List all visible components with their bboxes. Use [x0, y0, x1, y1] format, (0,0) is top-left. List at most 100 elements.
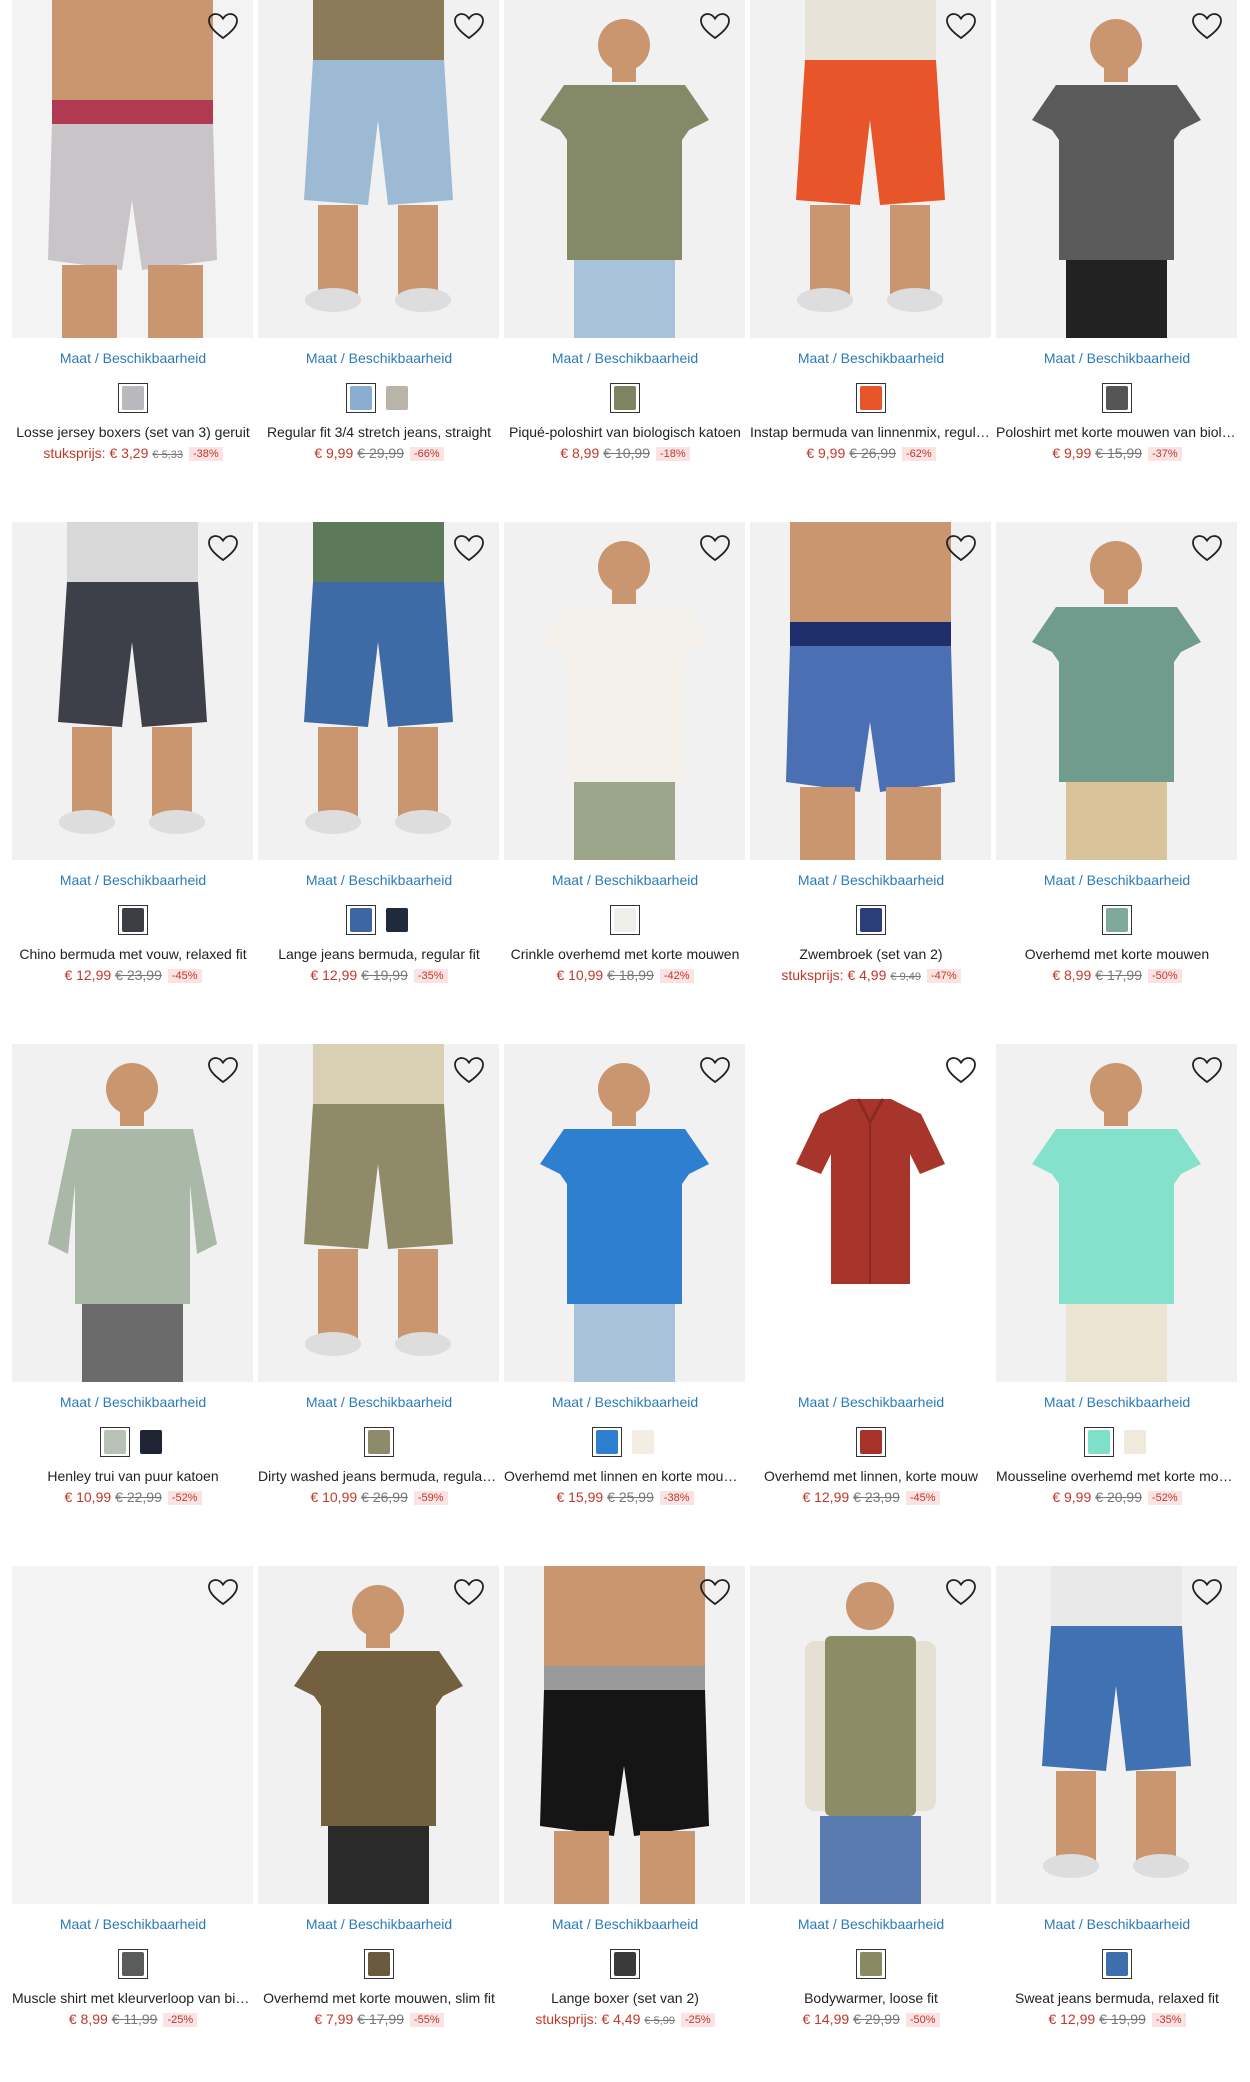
- product-image[interactable]: [258, 0, 499, 338]
- size-availability-link[interactable]: Maat / Beschikbaarheid: [502, 1394, 748, 1410]
- product-card[interactable]: Maat / Beschikbaarheid Zwembroek (set van…: [748, 522, 994, 1044]
- heart-icon[interactable]: [944, 1054, 978, 1086]
- heart-icon[interactable]: [452, 1054, 486, 1086]
- product-name[interactable]: Chino bermuda met vouw, relaxed fit: [12, 946, 254, 962]
- product-name[interactable]: Sweat jeans bermuda, relaxed fit: [996, 1990, 1238, 2006]
- size-availability-link[interactable]: Maat / Beschikbaarheid: [502, 1916, 748, 1932]
- product-card[interactable]: Maat / Beschikbaarheid Overhemd met korte…: [256, 1566, 502, 2082]
- color-swatch[interactable]: [1102, 383, 1132, 413]
- product-card[interactable]: Maat / Beschikbaarheid Sweat jeans bermud…: [994, 1566, 1240, 2082]
- size-availability-link[interactable]: Maat / Beschikbaarheid: [994, 872, 1240, 888]
- color-swatch[interactable]: [382, 383, 412, 413]
- product-name[interactable]: Bodywarmer, loose fit: [750, 1990, 992, 2006]
- heart-icon[interactable]: [1190, 1576, 1224, 1608]
- heart-icon[interactable]: [206, 1576, 240, 1608]
- color-swatch[interactable]: [118, 905, 148, 935]
- color-swatch[interactable]: [364, 1949, 394, 1979]
- product-name[interactable]: Overhemd met linnen en korte mouwen: [504, 1468, 746, 1484]
- size-availability-link[interactable]: Maat / Beschikbaarheid: [994, 1916, 1240, 1932]
- product-image[interactable]: [504, 1044, 745, 1382]
- heart-icon[interactable]: [944, 532, 978, 564]
- size-availability-link[interactable]: Maat / Beschikbaarheid: [10, 1916, 256, 1932]
- product-image[interactable]: [258, 522, 499, 860]
- product-image[interactable]: [750, 1566, 991, 1904]
- heart-icon[interactable]: [698, 10, 732, 42]
- product-name[interactable]: Muscle shirt met kleurverloop van biolog…: [12, 1990, 254, 2006]
- color-swatch[interactable]: [136, 1427, 166, 1457]
- product-image[interactable]: [12, 0, 253, 338]
- product-name[interactable]: Overhemd met korte mouwen: [996, 946, 1238, 962]
- size-availability-link[interactable]: Maat / Beschikbaarheid: [10, 1394, 256, 1410]
- color-swatch[interactable]: [382, 905, 412, 935]
- product-image[interactable]: [504, 1566, 745, 1904]
- product-card[interactable]: Maat / Beschikbaarheid Overhemd met linne…: [502, 1044, 748, 1566]
- color-swatch[interactable]: [628, 1427, 658, 1457]
- color-swatch[interactable]: [1120, 1427, 1150, 1457]
- color-swatch[interactable]: [610, 905, 640, 935]
- color-swatch[interactable]: [364, 1427, 394, 1457]
- product-card[interactable]: Maat / Beschikbaarheid Chino bermuda met …: [10, 522, 256, 1044]
- product-image[interactable]: [750, 1044, 991, 1382]
- product-name[interactable]: Losse jersey boxers (set van 3) geruit: [12, 424, 254, 440]
- heart-icon[interactable]: [698, 1054, 732, 1086]
- heart-icon[interactable]: [944, 1576, 978, 1608]
- product-image[interactable]: [504, 0, 745, 338]
- size-availability-link[interactable]: Maat / Beschikbaarheid: [256, 1394, 502, 1410]
- product-name[interactable]: Crinkle overhemd met korte mouwen: [504, 946, 746, 962]
- size-availability-link[interactable]: Maat / Beschikbaarheid: [502, 350, 748, 366]
- product-image[interactable]: [258, 1044, 499, 1382]
- heart-icon[interactable]: [206, 10, 240, 42]
- size-availability-link[interactable]: Maat / Beschikbaarheid: [748, 1394, 994, 1410]
- size-availability-link[interactable]: Maat / Beschikbaarheid: [748, 1916, 994, 1932]
- product-image[interactable]: [12, 1044, 253, 1382]
- size-availability-link[interactable]: Maat / Beschikbaarheid: [748, 350, 994, 366]
- product-name[interactable]: Lange jeans bermuda, regular fit: [258, 946, 500, 962]
- product-card[interactable]: Maat / Beschikbaarheid Overhemd met korte…: [994, 522, 1240, 1044]
- product-image[interactable]: [750, 522, 991, 860]
- product-image[interactable]: [504, 522, 745, 860]
- product-card[interactable]: Maat / Beschikbaarheid Mousseline overhem…: [994, 1044, 1240, 1566]
- size-availability-link[interactable]: Maat / Beschikbaarheid: [256, 1916, 502, 1932]
- size-availability-link[interactable]: Maat / Beschikbaarheid: [502, 872, 748, 888]
- size-availability-link[interactable]: Maat / Beschikbaarheid: [994, 1394, 1240, 1410]
- heart-icon[interactable]: [1190, 10, 1224, 42]
- color-swatch[interactable]: [856, 1949, 886, 1979]
- heart-icon[interactable]: [452, 10, 486, 42]
- heart-icon[interactable]: [698, 532, 732, 564]
- product-image[interactable]: [258, 1566, 499, 1904]
- product-card[interactable]: Maat / Beschikbaarheid Instap bermuda van…: [748, 0, 994, 522]
- product-image[interactable]: [996, 0, 1237, 338]
- product-image[interactable]: [750, 0, 991, 338]
- heart-icon[interactable]: [944, 10, 978, 42]
- product-card[interactable]: Maat / Beschikbaarheid Overhemd met linne…: [748, 1044, 994, 1566]
- color-swatch[interactable]: [118, 1949, 148, 1979]
- size-availability-link[interactable]: Maat / Beschikbaarheid: [10, 872, 256, 888]
- heart-icon[interactable]: [206, 532, 240, 564]
- product-name[interactable]: Lange boxer (set van 2): [504, 1990, 746, 2006]
- product-name[interactable]: Poloshirt met korte mouwen van biologisc…: [996, 424, 1238, 440]
- heart-icon[interactable]: [1190, 1054, 1224, 1086]
- product-name[interactable]: Dirty washed jeans bermuda, regular fit: [258, 1468, 500, 1484]
- color-swatch[interactable]: [592, 1427, 622, 1457]
- size-availability-link[interactable]: Maat / Beschikbaarheid: [256, 872, 502, 888]
- color-swatch[interactable]: [1102, 905, 1132, 935]
- product-card[interactable]: Maat / Beschikbaarheid Crinkle overhemd m…: [502, 522, 748, 1044]
- product-card[interactable]: Maat / Beschikbaarheid Poloshirt met kort…: [994, 0, 1240, 522]
- heart-icon[interactable]: [1190, 532, 1224, 564]
- product-image[interactable]: [996, 522, 1237, 860]
- color-swatch[interactable]: [856, 905, 886, 935]
- product-card[interactable]: Maat / Beschikbaarheid Bodywarmer, loose …: [748, 1566, 994, 2082]
- size-availability-link[interactable]: Maat / Beschikbaarheid: [748, 872, 994, 888]
- product-card[interactable]: Maat / Beschikbaarheid Losse jersey boxer…: [10, 0, 256, 522]
- size-availability-link[interactable]: Maat / Beschikbaarheid: [256, 350, 502, 366]
- product-card[interactable]: Maat / Beschikbaarheid Lange boxer (set v…: [502, 1566, 748, 2082]
- product-card[interactable]: Maat / Beschikbaarheid Dirty washed jeans…: [256, 1044, 502, 1566]
- product-card[interactable]: Maat / Beschikbaarheid Piqué-poloshirt va…: [502, 0, 748, 522]
- product-name[interactable]: Henley trui van puur katoen: [12, 1468, 254, 1484]
- product-name[interactable]: Instap bermuda van linnenmix, regular fi…: [750, 424, 992, 440]
- heart-icon[interactable]: [206, 1054, 240, 1086]
- product-name[interactable]: Zwembroek (set van 2): [750, 946, 992, 962]
- heart-icon[interactable]: [452, 1576, 486, 1608]
- product-card[interactable]: Maat / Beschikbaarheid Lange jeans bermud…: [256, 522, 502, 1044]
- product-card[interactable]: Maat / Beschikbaarheid Henley trui van pu…: [10, 1044, 256, 1566]
